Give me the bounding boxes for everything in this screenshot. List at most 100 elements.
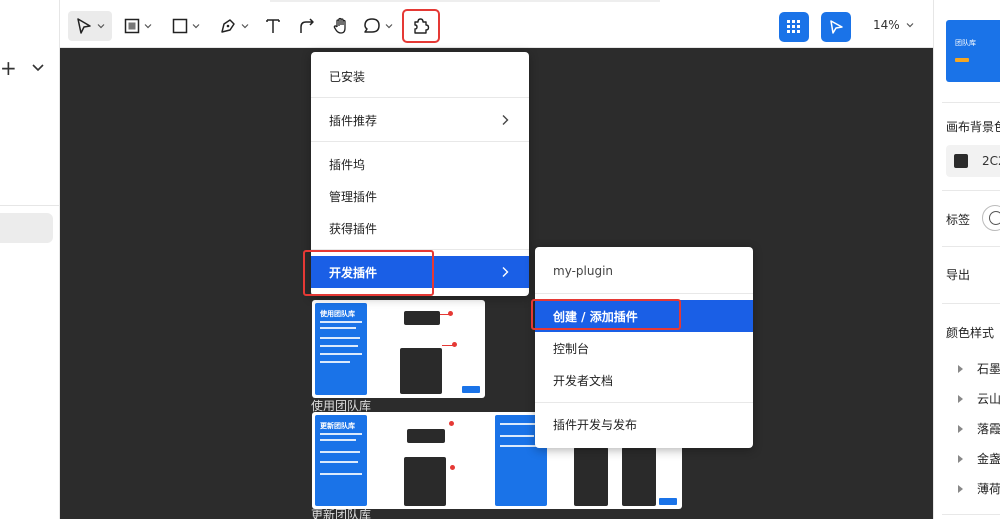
chevron-right-icon	[502, 267, 509, 277]
menu-item-manage-plugins[interactable]: 管理插件	[311, 180, 529, 212]
export-label[interactable]: 导出	[946, 266, 970, 283]
divider	[942, 246, 1000, 247]
highlight-box	[531, 299, 681, 330]
chevron-down-icon	[906, 23, 914, 28]
add-page-icon[interactable]: +	[0, 58, 17, 78]
card-title: 更新团队库	[320, 422, 355, 430]
color-style-name: 薄荷	[977, 482, 1000, 496]
menu-item-label: 控制台	[553, 341, 590, 356]
text-tool-button[interactable]	[260, 11, 286, 41]
divider	[942, 303, 1000, 304]
card-screenshot	[574, 447, 608, 506]
menu-item-label: 获得插件	[329, 221, 378, 236]
grid-icon	[787, 20, 800, 33]
frame-tool-button[interactable]	[120, 11, 156, 41]
color-style-item[interactable]: 薄荷	[958, 480, 1000, 497]
expand-triangle-icon	[958, 364, 963, 373]
thumbnail-title: 团队库	[955, 39, 976, 47]
puzzle-plugin-icon	[414, 18, 430, 34]
hand-tool-button[interactable]	[328, 11, 354, 41]
divider	[311, 141, 529, 142]
menu-item-label: 插件坞	[329, 157, 366, 172]
card-screenshot	[404, 311, 440, 325]
card-screenshot	[400, 348, 442, 394]
card-title: 使用团队库	[320, 310, 355, 318]
expand-triangle-icon	[958, 394, 963, 403]
menu-item-installed[interactable]: 已安装	[311, 60, 529, 92]
grid-apps-button[interactable]	[779, 12, 809, 42]
menu-item-label: 插件开发与发布	[553, 417, 638, 432]
canvas-frame-card[interactable]: 使用团队库	[312, 300, 485, 398]
expand-triangle-icon	[958, 484, 963, 493]
pen-tool-button[interactable]	[216, 11, 252, 41]
submenu-plugin-name: my-plugin	[535, 255, 753, 287]
divider	[0, 205, 60, 206]
pen-icon	[221, 19, 235, 33]
connector-arrow-icon	[300, 18, 314, 33]
text-icon	[266, 19, 280, 33]
zoom-level: 14%	[873, 18, 900, 32]
color-style-name: 落霞	[977, 422, 1000, 436]
submenu-plugin-dev-publish[interactable]: 插件开发与发布	[535, 408, 753, 440]
tag-selector-icon[interactable]	[982, 205, 1000, 231]
chevron-down-icon[interactable]	[30, 60, 46, 76]
play-cursor-icon	[830, 20, 843, 34]
develop-plugins-submenu: my-plugin 创建 / 添加插件 控制台 开发者文档 插件开发与发布	[535, 247, 753, 448]
comment-icon	[364, 18, 380, 33]
menu-item-label: 已安装	[329, 69, 366, 84]
divider	[535, 402, 753, 403]
connector-tool-button[interactable]	[294, 11, 320, 41]
present-button[interactable]	[821, 12, 851, 42]
frame-icon	[124, 18, 140, 34]
chevron-down-icon	[144, 24, 152, 29]
expand-triangle-icon	[958, 454, 963, 463]
chevron-down-icon	[385, 24, 393, 29]
divider	[270, 0, 660, 2]
color-style-item[interactable]: 云山	[958, 390, 1000, 407]
divider	[942, 102, 1000, 103]
plugin-tool-button[interactable]	[402, 9, 440, 43]
selected-page-item[interactable]	[0, 213, 53, 243]
shape-tool-button[interactable]	[168, 11, 204, 41]
submenu-developer-docs[interactable]: 开发者文档	[535, 364, 753, 396]
canvas-bg-color-field[interactable]: 2C2	[946, 145, 1000, 177]
divider	[535, 293, 753, 294]
canvas-bg-label: 画布背景色	[946, 120, 1000, 134]
color-style-item[interactable]: 金盏	[958, 450, 1000, 467]
expand-triangle-icon	[958, 424, 963, 433]
zoom-control[interactable]: 14%	[873, 18, 914, 32]
color-style-name: 石墨	[977, 362, 1000, 376]
divider	[942, 514, 1000, 515]
color-style-item[interactable]: 石墨	[958, 360, 1000, 377]
divider	[311, 97, 529, 98]
menu-item-recommended[interactable]: 插件推荐	[311, 104, 529, 136]
comment-tool-button[interactable]	[360, 11, 396, 41]
card-blue-panel: 更新团队库	[315, 415, 367, 506]
hand-icon	[333, 17, 346, 34]
highlight-box	[303, 250, 434, 296]
color-swatch[interactable]	[954, 154, 968, 168]
move-tool-button[interactable]	[68, 11, 112, 41]
menu-item-label: 插件推荐	[329, 113, 378, 128]
color-styles-label: 颜色样式	[946, 326, 995, 340]
submenu-console[interactable]: 控制台	[535, 332, 753, 364]
canvas-bg-value: 2C2	[982, 154, 1000, 168]
menu-item-label: 管理插件	[329, 189, 378, 204]
menu-item-get-plugins[interactable]: 获得插件	[311, 212, 529, 244]
color-style-name: 云山	[977, 392, 1000, 406]
divider	[942, 190, 1000, 191]
color-style-item[interactable]: 落霞	[958, 420, 1000, 437]
color-style-name: 金盏	[977, 452, 1000, 466]
card-screenshot	[407, 429, 445, 443]
frame-caption: 更新团队库	[311, 508, 372, 519]
card-screenshot	[622, 447, 656, 506]
thumbnail-bar	[955, 58, 969, 62]
top-toolbar: 14%	[60, 0, 933, 48]
file-thumbnail[interactable]: 团队库	[946, 20, 1000, 82]
rectangle-icon	[172, 18, 188, 34]
chevron-down-icon	[241, 24, 249, 29]
menu-item-plugin-dock[interactable]: 插件坞	[311, 148, 529, 180]
submenu-header-label: my-plugin	[553, 264, 614, 278]
tag-label: 标签	[946, 213, 971, 227]
card-blue-panel: 使用团队库	[315, 303, 367, 395]
